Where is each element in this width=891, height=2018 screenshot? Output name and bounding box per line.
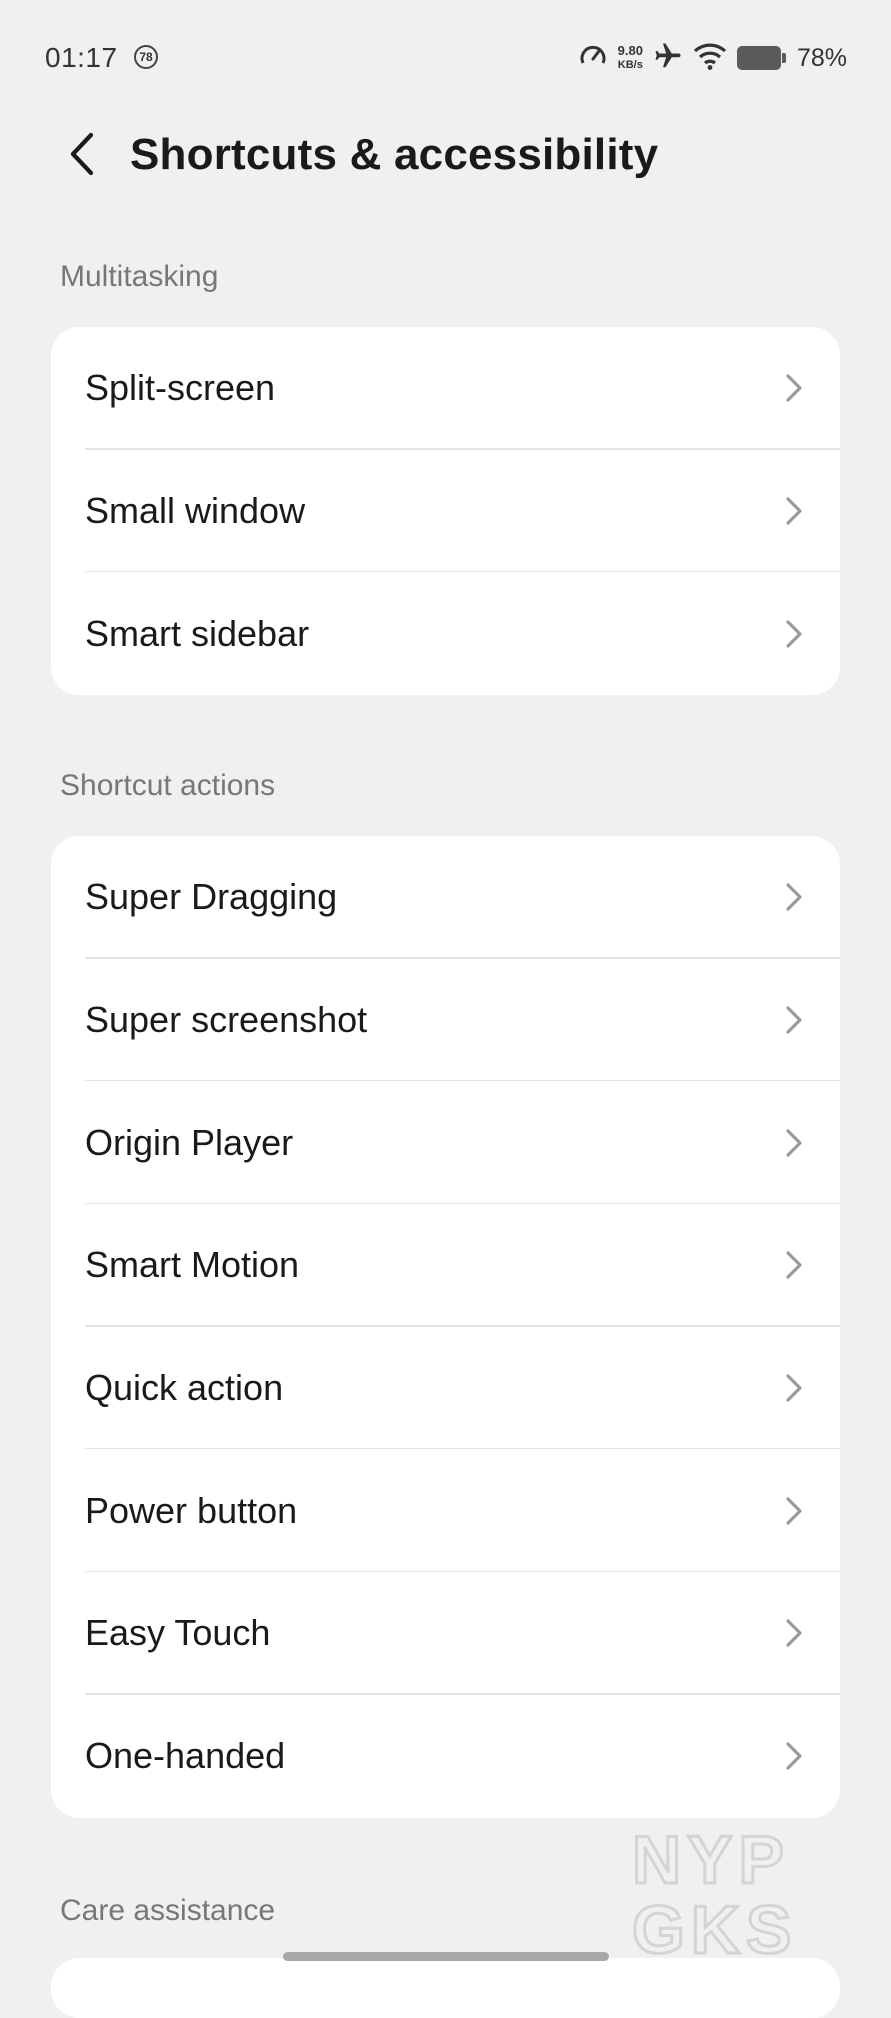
battery-percent: 78% — [796, 43, 847, 72]
list-item-power-button[interactable]: Power button — [51, 1449, 840, 1573]
page-title: Shortcuts & accessibility — [130, 130, 659, 179]
speedometer-icon — [578, 41, 608, 76]
status-icons: 9.80 KB/s 78% — [578, 40, 847, 76]
chevron-right-icon — [782, 879, 806, 915]
list-item-label: Origin Player — [85, 1121, 294, 1163]
battery-icon — [736, 46, 786, 70]
back-button[interactable] — [58, 132, 106, 180]
list-item-origin-player[interactable]: Origin Player — [51, 1081, 840, 1205]
status-time: 01:17 — [45, 42, 118, 73]
chevron-right-icon — [782, 1493, 806, 1529]
network-speed-value: 9.80 — [617, 43, 643, 58]
section-label-multitasking: Multitasking — [60, 260, 219, 293]
list-item-split-screen[interactable]: Split-screen — [51, 327, 840, 450]
chevron-right-icon — [782, 370, 806, 406]
list-item-label: Easy Touch — [85, 1612, 271, 1654]
wifi-icon — [693, 42, 727, 75]
list-item-label: Smart sidebar — [85, 612, 310, 654]
chevron-right-icon — [782, 1615, 806, 1651]
chevron-right-icon — [782, 493, 806, 529]
list-item-small-window[interactable]: Small window — [51, 450, 840, 573]
network-speed: 9.80 KB/s — [618, 44, 643, 72]
list-item-quick-action[interactable]: Quick action — [51, 1327, 840, 1450]
card-care-assistance — [51, 1958, 840, 2018]
list-item-label: Split-screen — [85, 367, 276, 409]
chevron-right-icon — [782, 616, 806, 652]
list-item-label: One-handed — [85, 1735, 286, 1777]
list-item-one-handed[interactable]: One-handed — [51, 1695, 840, 1818]
section-label-care-assistance: Care assistance — [60, 1894, 276, 1927]
list-item-smart-motion[interactable]: Smart Motion — [51, 1204, 840, 1327]
chevron-right-icon — [782, 1370, 806, 1406]
card-multitasking: Split-screen Small window Smart sidebar — [51, 327, 840, 696]
page-header: Shortcuts & accessibility — [0, 116, 891, 196]
list-item-label: Small window — [85, 490, 306, 532]
list-item-super-screenshot[interactable]: Super screenshot — [51, 959, 840, 1082]
chevron-right-icon — [782, 1002, 806, 1038]
airplane-icon — [653, 41, 683, 76]
list-item-smart-sidebar[interactable]: Smart sidebar — [51, 572, 840, 695]
notification-count-badge: 78 — [134, 45, 158, 69]
list-item-label: Super screenshot — [85, 999, 368, 1041]
watermark-line1: NYP — [632, 1825, 790, 1898]
list-item-easy-touch[interactable]: Easy Touch — [51, 1572, 840, 1695]
network-speed-unit: KB/s — [617, 59, 643, 71]
home-indicator[interactable] — [283, 1952, 609, 1961]
list-item-label: Power button — [85, 1489, 298, 1531]
status-bar: 01:17 78 9.80 KB/s 78% — [0, 0, 891, 116]
chevron-right-icon — [782, 1738, 806, 1774]
chevron-right-icon — [782, 1247, 806, 1283]
list-item-super-dragging[interactable]: Super Dragging — [51, 836, 840, 959]
chevron-right-icon — [782, 1125, 806, 1161]
watermark-line2: GKS — [632, 1892, 797, 1957]
section-label-shortcut-actions: Shortcut actions — [60, 769, 276, 802]
list-item-label: Quick action — [85, 1367, 284, 1409]
watermark-logo: NYP GKS — [630, 1821, 860, 1970]
back-arrow-icon — [67, 131, 97, 182]
card-shortcut-actions: Super Dragging Super screenshot Origin P… — [51, 836, 840, 1818]
list-item-label: Smart Motion — [85, 1244, 300, 1286]
list-item-label: Super Dragging — [85, 876, 338, 918]
